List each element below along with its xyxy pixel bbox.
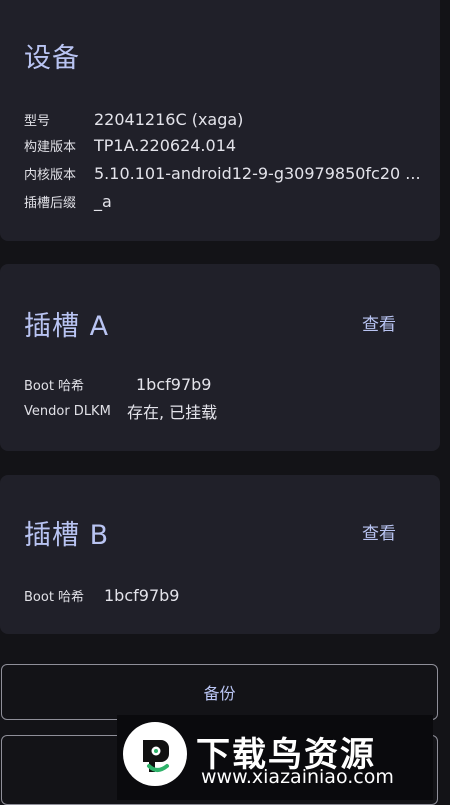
model-row: 型号 22041216C (xaga) (24, 108, 243, 130)
slot-a-vendor-dlkm-row: Vendor DLKM 存在, 已挂载 (24, 400, 217, 422)
slot-b-title: 插槽 B (24, 520, 110, 551)
slot-a-title: 插槽 A (24, 311, 110, 342)
slot-suffix-row: 插槽后缀 _a (24, 190, 112, 212)
build-label: 构建版本 (24, 139, 77, 155)
slot-a-boot-hash-label: Boot 哈希 (24, 378, 85, 394)
slot-a-view-button[interactable]: 查看 (362, 310, 396, 335)
kernel-label: 内核版本 (24, 167, 77, 183)
build-value: TP1A.220624.014 (94, 135, 237, 155)
backup-button[interactable]: 备份 (1, 664, 438, 720)
build-row: 构建版本 TP1A.220624.014 (24, 134, 236, 156)
model-value: 22041216C (xaga) (94, 109, 244, 129)
slot-b-boot-hash-value: 1bcf97b9 (104, 585, 180, 605)
watermark-logo (123, 722, 187, 786)
device-card: 设备 型号 22041216C (xaga) 构建版本 TP1A.220624.… (0, 0, 440, 241)
slot-b-boot-hash-row: Boot 哈希 1bcf97b9 (24, 584, 179, 606)
slot-suffix-label: 插槽后缀 (24, 195, 77, 211)
model-label: 型号 (24, 113, 51, 129)
slot-b-boot-hash-label: Boot 哈希 (24, 589, 85, 605)
slot-a-card: 插槽 A 查看 Boot 哈希 1bcf97b9 Vendor DLKM 存在,… (0, 264, 440, 451)
slot-b-card: 插槽 B 查看 Boot 哈希 1bcf97b9 (0, 475, 440, 634)
slot-a-vendor-dlkm-label: Vendor DLKM (24, 403, 111, 419)
slot-b-view-button[interactable]: 查看 (362, 519, 396, 544)
slot-suffix-value: _a (94, 191, 112, 211)
watermark-url: www.xiazainiao.com (201, 766, 394, 788)
slot-a-boot-hash-value: 1bcf97b9 (136, 374, 212, 394)
device-title: 设备 (24, 43, 80, 74)
slot-a-vendor-dlkm-value: 存在, 已挂载 (127, 403, 218, 422)
kernel-value: 5.10.101-android12-9-g30979850fc20 ... (94, 163, 421, 183)
kernel-row: 内核版本 5.10.101-android12-9-g30979850fc20 … (24, 162, 421, 184)
slot-a-boot-hash-row: Boot 哈希 1bcf97b9 (24, 373, 211, 395)
bird-logo-icon (143, 740, 169, 772)
